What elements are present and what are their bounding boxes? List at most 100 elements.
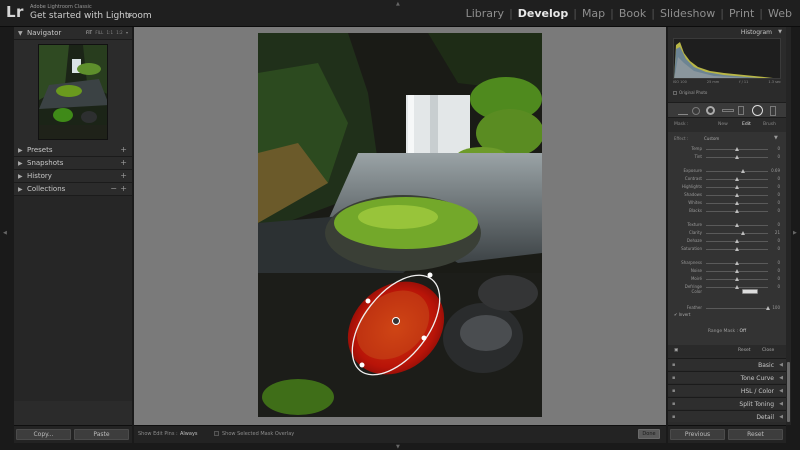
slider-track[interactable] xyxy=(706,261,768,265)
color-swatch[interactable] xyxy=(742,289,758,294)
slider-value[interactable]: 0 xyxy=(777,268,780,273)
radial-filter-icon[interactable] xyxy=(752,105,763,116)
section-tone-curve[interactable]: ▪ Tone Curve ◀ xyxy=(668,371,786,383)
slider-thumb[interactable] xyxy=(735,185,739,189)
slider-track[interactable] xyxy=(706,185,768,189)
reset-button[interactable]: Reset xyxy=(728,429,783,440)
plus-icon[interactable]: + xyxy=(120,171,127,180)
zoom-option[interactable]: 1:1 xyxy=(107,30,113,35)
paste-button[interactable]: Paste xyxy=(74,429,129,440)
original-photo-toggle[interactable]: Original Photo xyxy=(673,90,707,95)
module-map[interactable]: Map xyxy=(580,7,607,20)
navigator-zoom-options[interactable]: FIT FILL 1:1 1:2 ▾ xyxy=(86,30,128,35)
slider-thumb[interactable] xyxy=(735,155,739,159)
slider-thumb[interactable] xyxy=(735,193,739,197)
histogram-header[interactable]: Histogram ▼ xyxy=(668,27,786,37)
slider-value[interactable]: 0 xyxy=(777,154,780,159)
slider-thumb[interactable] xyxy=(735,269,739,273)
slider-track[interactable] xyxy=(706,169,768,173)
effect-dropdown-icon[interactable]: ▼ xyxy=(774,135,778,141)
slider-track[interactable] xyxy=(706,269,768,273)
slider-shadows[interactable]: Shadows 0 xyxy=(668,192,786,198)
slider-thumb[interactable] xyxy=(741,169,746,173)
histogram-graph[interactable] xyxy=(673,38,781,79)
mask-reset-button[interactable]: Reset xyxy=(738,348,751,353)
slider-value[interactable]: 0.69 xyxy=(771,168,780,173)
zoom-option[interactable]: 1:2 xyxy=(116,30,122,35)
slider-clarity[interactable]: Clarity 21 xyxy=(668,230,786,236)
left-section-history[interactable]: ▶ History + xyxy=(14,170,132,183)
right-panel-toggle-icon[interactable]: ▶ xyxy=(793,230,797,236)
section-detail[interactable]: ▪ Detail ◀ xyxy=(668,410,786,422)
slider-thumb[interactable] xyxy=(735,201,739,205)
navigator-header[interactable]: ▼ Navigator FIT FILL 1:1 1:2 ▾ xyxy=(14,27,132,40)
slider-value[interactable]: 0 xyxy=(777,184,780,189)
slider-value[interactable]: 0 xyxy=(777,192,780,197)
slider-highlights[interactable]: Highlights 0 xyxy=(668,184,786,190)
slider-blacks[interactable]: Blacks 0 xyxy=(668,208,786,214)
plus-icon[interactable]: + xyxy=(120,145,127,154)
module-develop[interactable]: Develop xyxy=(516,7,570,20)
slider-thumb[interactable] xyxy=(735,277,739,281)
slider-thumb[interactable] xyxy=(735,239,739,243)
slider-exposure[interactable]: Exposure 0.69 xyxy=(668,168,786,174)
slider-value[interactable]: 0 xyxy=(777,260,780,265)
slider-feather[interactable]: Feather 100 xyxy=(668,305,786,311)
mask-toggle-icon[interactable]: ▣ xyxy=(674,348,678,353)
show-mask-overlay-checkbox[interactable] xyxy=(214,431,219,436)
slider-track[interactable] xyxy=(706,223,768,227)
slider-value[interactable]: 0 xyxy=(777,238,780,243)
bottom-panel-toggle-icon[interactable]: ▼ xyxy=(396,444,400,450)
plus-icon[interactable]: + xyxy=(120,158,127,167)
section-toggle-icon[interactable]: ▪ xyxy=(672,362,675,368)
scrollbar-thumb[interactable] xyxy=(787,362,790,422)
left-panel-toggle-icon[interactable]: ◀ xyxy=(3,230,7,236)
slider-track[interactable] xyxy=(706,177,768,181)
adjustment-brush-icon[interactable] xyxy=(770,106,776,116)
left-section-presets[interactable]: ▶ Presets + xyxy=(14,144,132,157)
slider-temp[interactable]: Temp 0 xyxy=(668,146,786,152)
slider-track[interactable] xyxy=(706,231,768,235)
copy-button[interactable]: Copy... xyxy=(16,429,71,440)
slider-tint[interactable]: Tint 0 xyxy=(668,154,786,160)
mask-new-option[interactable]: New xyxy=(718,122,728,127)
caret-right-icon[interactable]: ▶ xyxy=(128,12,133,19)
right-panel-scrollbar[interactable] xyxy=(786,27,791,425)
slider-sharpness[interactable]: Sharpness 0 xyxy=(668,260,786,266)
slider-value[interactable]: 0 xyxy=(777,200,780,205)
brush-icon[interactable] xyxy=(738,106,744,115)
slider-track[interactable] xyxy=(706,201,768,205)
slider-value[interactable]: 0 xyxy=(777,276,780,281)
slider-track[interactable] xyxy=(706,147,768,151)
section-toggle-icon[interactable]: ▪ xyxy=(672,375,675,381)
module-library[interactable]: Library xyxy=(464,7,506,20)
zoom-option[interactable]: FILL xyxy=(95,30,103,35)
left-section-snapshots[interactable]: ▶ Snapshots + xyxy=(14,157,132,170)
previous-button[interactable]: Previous xyxy=(670,429,725,440)
slider-noise[interactable]: Noise 0 xyxy=(668,268,786,274)
module-slideshow[interactable]: Slideshow xyxy=(658,7,717,20)
section-toggle-icon[interactable]: ▪ xyxy=(672,401,675,407)
feather-thumb[interactable] xyxy=(766,306,770,310)
slider-value[interactable]: 0 xyxy=(777,176,780,181)
slider-thumb[interactable] xyxy=(735,247,739,251)
slider-whites[interactable]: Whites 0 xyxy=(668,200,786,206)
zoom-option[interactable]: FIT xyxy=(86,30,92,35)
feather-value[interactable]: 100 xyxy=(772,305,780,310)
spot-removal-icon[interactable] xyxy=(692,107,700,115)
slider-thumb[interactable] xyxy=(735,147,739,151)
slider-value[interactable]: 0 xyxy=(777,146,780,151)
mask-brush-option[interactable]: Brush xyxy=(763,122,776,127)
slider-track[interactable] xyxy=(706,239,768,243)
slider-thumb[interactable] xyxy=(735,285,739,289)
effect-preset-select[interactable]: Custom xyxy=(704,136,719,141)
feather-track[interactable] xyxy=(706,306,770,310)
module-web[interactable]: Web xyxy=(766,7,794,20)
photo-preview[interactable] xyxy=(258,33,542,417)
slider-thumb[interactable] xyxy=(741,231,746,235)
slider-moir[interactable]: Moiré 0 xyxy=(668,276,786,282)
slider-track[interactable] xyxy=(706,277,768,281)
section-basic[interactable]: ▪ Basic ◀ xyxy=(668,358,786,370)
slider-track[interactable] xyxy=(706,193,768,197)
slider-texture[interactable]: Texture 0 xyxy=(668,222,786,228)
